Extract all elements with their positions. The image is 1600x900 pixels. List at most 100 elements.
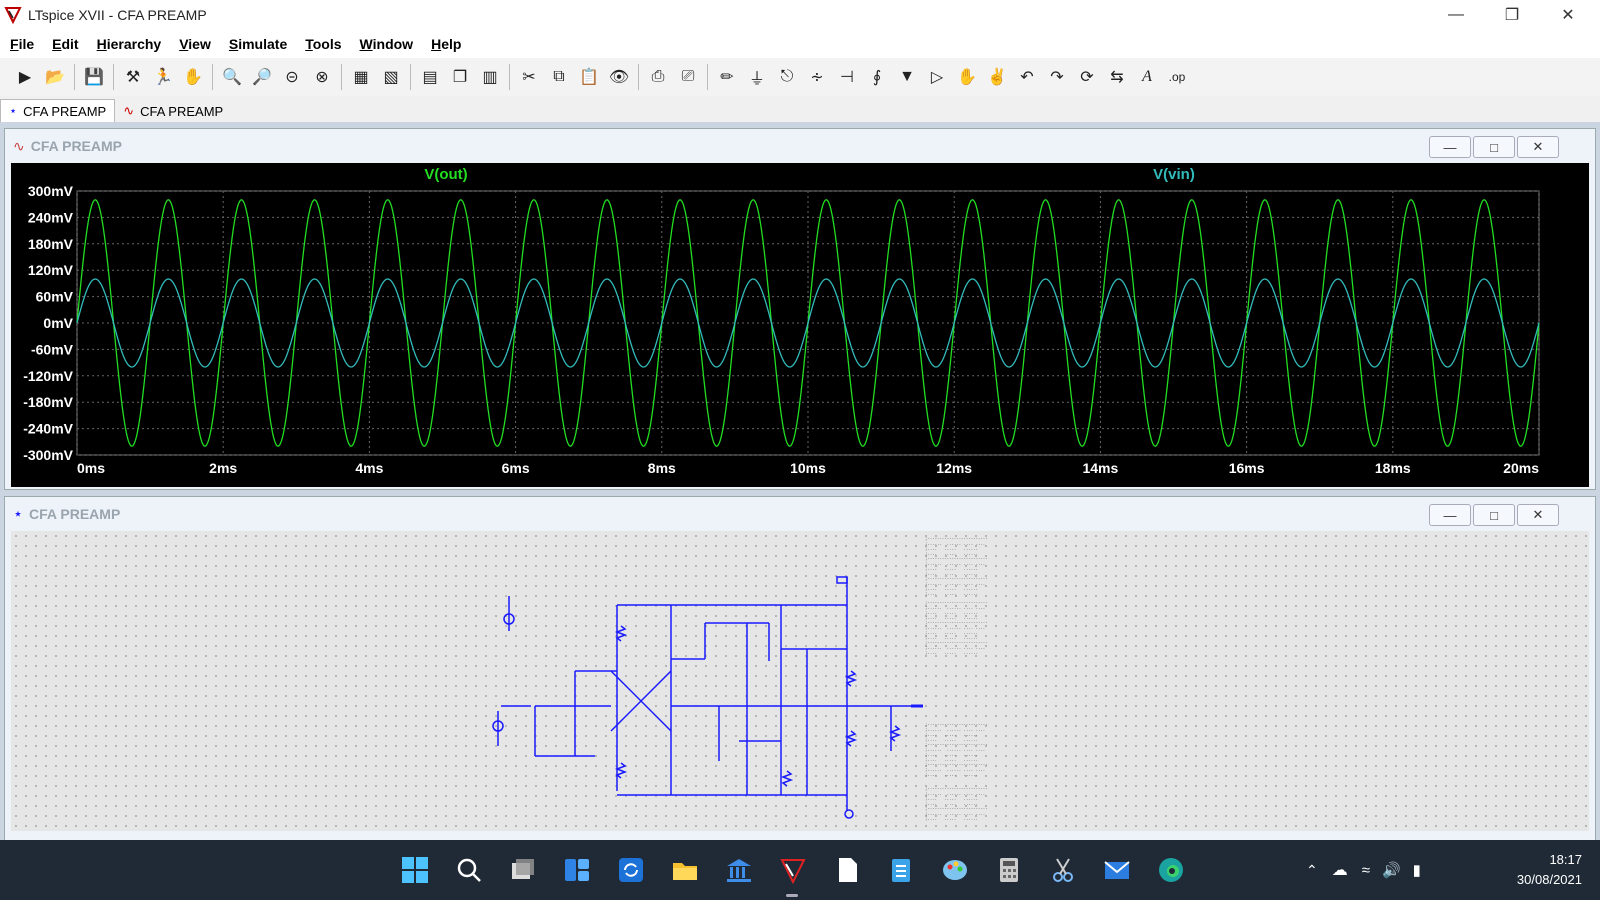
widgets-icon[interactable] (559, 852, 595, 888)
rotate-icon[interactable]: ⟳ (1074, 64, 1100, 90)
menu-simulate[interactable]: Simulate (229, 36, 287, 52)
schematic-canvas[interactable]: ;------------------------- ;...... .....… (11, 531, 1589, 831)
cut-icon[interactable]: ✂ (516, 64, 542, 90)
y-tick-label: 60mV (36, 289, 74, 305)
schematic-window-header: ⋆ CFA PREAMP — □ ✕ (5, 497, 1595, 531)
undo-icon[interactable]: ↶ (1014, 64, 1040, 90)
zoom-in-icon[interactable]: 🔍 (219, 64, 245, 90)
onedrive-icon[interactable]: ☁ (1332, 860, 1348, 880)
capacitor-icon[interactable]: ⊣ (834, 64, 860, 90)
search-icon[interactable] (451, 852, 487, 888)
menu-help[interactable]: Help (431, 36, 461, 52)
tab-schematic[interactable]: ⋆ CFA PREAMP (0, 99, 116, 122)
component-icon[interactable]: ▷ (924, 64, 950, 90)
minimize-icon: — (1448, 6, 1464, 23)
chevron-up-icon[interactable]: ⌃ (1306, 862, 1318, 879)
control-panel-icon[interactable]: ⚒ (120, 64, 146, 90)
resistor-icon[interactable]: ∻ (804, 64, 830, 90)
label-net-icon[interactable]: ⎋ (774, 64, 800, 90)
mirror-icon[interactable]: ⇆ (1104, 64, 1130, 90)
menu-edit[interactable]: Edit (52, 36, 78, 52)
library-icon[interactable] (721, 852, 757, 888)
task-view-icon[interactable] (505, 852, 541, 888)
plot-area[interactable]: V(out) V(vin) 300mV 240mV 180mV 120mV 60mV 0m… (11, 163, 1589, 487)
menu-tools[interactable]: Tools (305, 36, 341, 52)
legend-vout[interactable]: V(out) (424, 166, 467, 183)
volume-icon[interactable]: 🔊 (1382, 861, 1401, 879)
menu-view[interactable]: View (179, 36, 211, 52)
open-icon[interactable]: 📂 (42, 64, 68, 90)
waveform-icon: ∿ (13, 137, 25, 154)
x-tick-label: 18ms (1375, 460, 1411, 476)
plot-close-button[interactable]: ✕ (1517, 136, 1559, 158)
copy-icon[interactable]: ⧉ (546, 64, 572, 90)
y-tick-label: -180mV (23, 394, 73, 410)
plot-minimize-button[interactable]: — (1429, 136, 1471, 158)
paste-icon[interactable]: 📋 (576, 64, 602, 90)
menu-hierarchy[interactable]: Hierarchy (97, 36, 162, 52)
sync-icon[interactable] (613, 852, 649, 888)
y-tick-label: -240mV (23, 421, 73, 437)
draw-wire-icon[interactable]: ✏ (714, 64, 740, 90)
text-icon[interactable]: A (1134, 64, 1160, 90)
file-explorer-icon[interactable] (667, 852, 703, 888)
schematic-close-button[interactable]: ✕ (1517, 504, 1559, 526)
menu-file[interactable]: File (10, 36, 34, 52)
inductor-icon[interactable]: ∮ (864, 64, 890, 90)
zoom-fit-icon[interactable]: ⊗ (309, 64, 335, 90)
save-icon[interactable]: 💾 (81, 64, 107, 90)
edge-icon[interactable] (1153, 852, 1189, 888)
zoom-pan-icon[interactable]: 🔎 (249, 64, 275, 90)
restore-button[interactable]: ❐ (1484, 0, 1540, 30)
run-icon[interactable]: ▶ (12, 64, 38, 90)
system-tray: ⌃ ☁ ≈ 🔊 ▮ (1306, 840, 1421, 900)
drag-icon[interactable]: ✌ (984, 64, 1010, 90)
tile-horizontal-icon[interactable]: ▤ (417, 64, 443, 90)
notepad-icon[interactable] (883, 852, 919, 888)
clock[interactable]: 18:17 30/08/2021 (1492, 850, 1582, 890)
waveform-plot[interactable]: V(out) V(vin) 300mV 240mV 180mV 120mV 60mV 0m… (11, 163, 1589, 487)
tile-vertical-icon[interactable]: ▥ (477, 64, 503, 90)
cascade-icon[interactable]: ❐ (447, 64, 473, 90)
autorange-icon[interactable]: ▦ (348, 64, 374, 90)
schematic-maximize-button[interactable]: □ (1473, 504, 1515, 526)
halt-icon[interactable]: ✋ (180, 64, 206, 90)
paint-icon[interactable] (937, 852, 973, 888)
legend-vin[interactable]: V(vin) (1153, 166, 1195, 183)
ltspice-icon[interactable] (775, 852, 811, 888)
close-button[interactable]: ✕ (1540, 0, 1596, 30)
document-icon[interactable] (829, 852, 865, 888)
spice-directive-icon[interactable]: .op (1164, 64, 1190, 90)
plot-window: ∿ CFA PREAMP — □ ✕ V(out) V(vin) 300mV 24… (4, 128, 1596, 490)
y-tick-label: -300mV (23, 447, 73, 463)
document-tabs: ⋆ CFA PREAMP ∿ CFA PREAMP (0, 96, 1600, 122)
grid-icon[interactable]: ▧ (378, 64, 404, 90)
diode-icon[interactable]: ▼ (894, 64, 920, 90)
circuit-drawing[interactable] (11, 531, 1589, 831)
wifi-icon[interactable]: ≈ (1362, 862, 1370, 879)
x-tick-label: 2ms (209, 460, 237, 476)
mail-icon[interactable] (1099, 852, 1135, 888)
print-setup-icon[interactable]: ⎚ (675, 64, 701, 90)
ground-icon[interactable]: ⏚ (744, 64, 770, 90)
minimize-button[interactable]: — (1428, 0, 1484, 30)
menu-window[interactable]: Window (360, 36, 414, 52)
tab-waveform[interactable]: ∿ CFA PREAMP (115, 100, 231, 122)
schematic-icon: ⋆ (13, 506, 24, 523)
plot-maximize-button[interactable]: □ (1473, 136, 1515, 158)
redo-icon[interactable]: ↷ (1044, 64, 1070, 90)
schematic-icon: ⋆ (9, 103, 18, 118)
find-icon[interactable]: 👁 (606, 64, 632, 90)
x-tick-label: 6ms (502, 460, 530, 476)
print-icon[interactable]: ⎙ (645, 64, 671, 90)
schematic-window-title: CFA PREAMP (29, 506, 121, 522)
snipping-tool-icon[interactable] (1045, 852, 1081, 888)
move-icon[interactable]: ✋ (954, 64, 980, 90)
calculator-icon[interactable] (991, 852, 1027, 888)
zoom-out-icon[interactable]: ⊝ (279, 64, 305, 90)
start-icon[interactable] (397, 852, 433, 888)
run-simulation-icon[interactable]: 🏃 (150, 64, 176, 90)
x-tick-label: 20ms (1503, 460, 1539, 476)
battery-icon[interactable]: ▮ (1413, 861, 1421, 879)
schematic-minimize-button[interactable]: — (1429, 504, 1471, 526)
